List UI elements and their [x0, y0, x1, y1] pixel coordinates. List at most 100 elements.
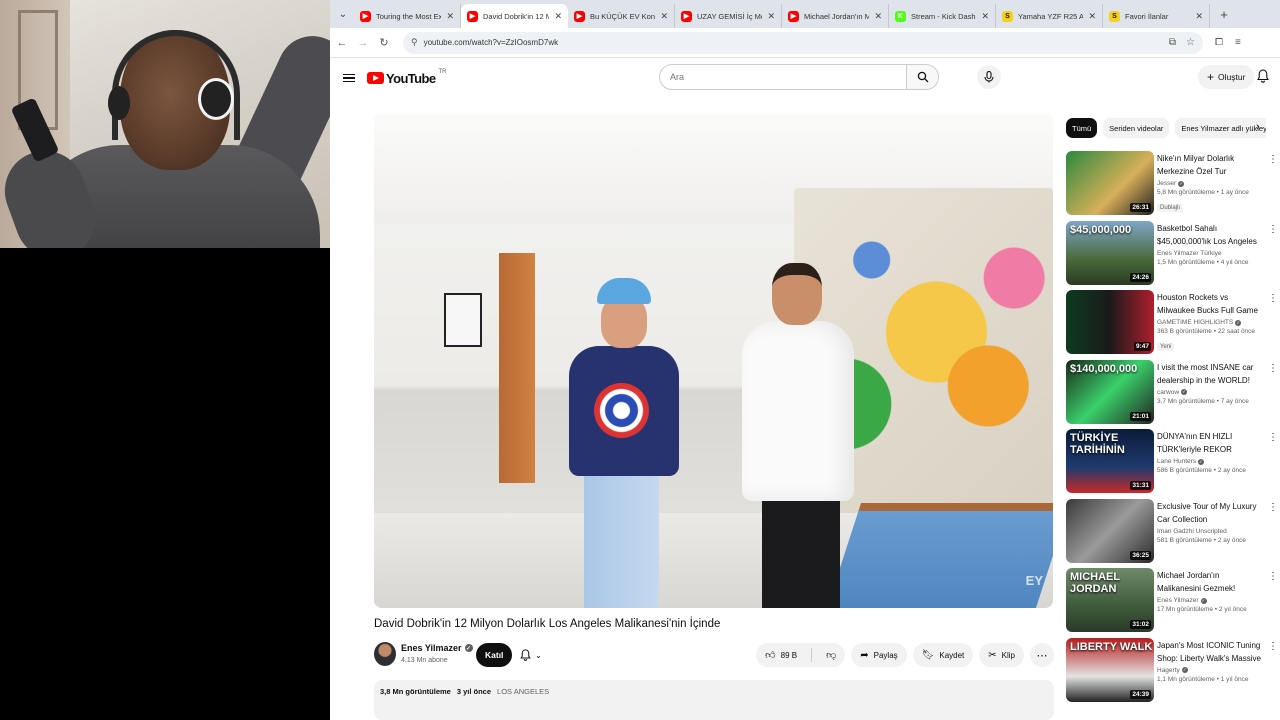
more-options-icon[interactable]: ⋮ [1268, 502, 1278, 513]
recommendation-item[interactable]: LIBERTY WALK 24:39 Japan's Most ICONIC Tun… [1066, 637, 1278, 708]
recommendation-item[interactable]: 36:25 Exclusive Tour of My Luxury Car Col… [1066, 498, 1278, 569]
browser-tab[interactable]: K Stream - Kick Dashboard ✕ [889, 4, 996, 28]
notification-preferences-button[interactable]: ⌄ [514, 643, 548, 667]
address-bar[interactable]: ⚲ youtube.com/watch?v=ZzIOosmD7wk ⧉ ☆ [403, 31, 1203, 54]
youtube-logo[interactable]: YouTube TR [367, 69, 447, 86]
clip-button[interactable]: ✂ Klip [979, 643, 1024, 667]
chevron-down-icon: ⌄ [535, 650, 542, 660]
recommendation-thumbnail[interactable]: 36:25 [1066, 498, 1154, 563]
tab-close-icon[interactable]: ✕ [660, 11, 668, 22]
tab-close-icon[interactable]: ✕ [1195, 11, 1203, 22]
location-tag[interactable]: LOS ANGELES [497, 687, 549, 713]
filter-chip[interactable]: Enes Yilmazer adlı yükleyiciden [1175, 118, 1266, 138]
filter-chip[interactable]: Seriden videolar [1103, 118, 1170, 138]
browser-tab[interactable]: ▶ David Dobrik'in 12 Milyon ✕ [461, 4, 568, 28]
browser-tab[interactable]: S Yamaha YZF R25 ABS 20... ✕ [996, 4, 1103, 28]
recommendation-item[interactable]: 26:31 Nike'ın Milyar Dolarlık Merkezine Ö… [1066, 151, 1278, 221]
recommendation-title[interactable]: DÜNYA'nın EN HIZLI TÜRK'leriyle REKOR KI… [1157, 430, 1265, 456]
recommendation-channel[interactable]: Iman Gadzhi Unscripted [1157, 528, 1227, 535]
tab-close-icon[interactable]: ✕ [446, 11, 454, 22]
chips-next-chevron-icon[interactable]: › [1256, 121, 1260, 133]
recommendation-title[interactable]: I visit the most INSANE car dealership i… [1157, 361, 1265, 387]
join-button[interactable]: Katıl [476, 643, 513, 667]
save-button[interactable]: 🔖︎ Kaydet [912, 643, 974, 667]
tab-close-icon[interactable]: ✕ [874, 11, 882, 22]
thumbs-up-icon: 👍︎ [765, 650, 776, 661]
recommendation-thumbnail[interactable]: 9:47 [1066, 290, 1154, 354]
recommendation-title[interactable]: Japan's Most ICONIC Tuning Shop: Liberty… [1157, 639, 1265, 665]
upload-age: 3 yıl önce [456, 687, 492, 696]
browser-tab[interactable]: ▶ Michael Jordan'ın Malikanesi ✕ [782, 4, 889, 28]
video-player[interactable]: EY [374, 113, 1053, 608]
recommendation-channel[interactable]: Enes Yilmazer [1157, 597, 1199, 604]
address-url[interactable]: youtube.com/watch?v=ZzIOosmD7wk [424, 38, 1159, 47]
more-options-icon[interactable]: ⋮ [1268, 571, 1278, 582]
like-button[interactable]: 👍︎ 89 B [756, 643, 806, 667]
new-tab-button[interactable]: + [1214, 7, 1234, 22]
recommendation-thumbnail[interactable]: LIBERTY WALK 24:39 [1066, 637, 1154, 702]
youtube-country-code: TR [438, 69, 447, 75]
recommendation-thumbnail[interactable]: $140,000,000 21:01 [1066, 359, 1154, 424]
recommendation-channel[interactable]: Lane Hunters [1157, 458, 1196, 465]
more-options-icon[interactable]: ⋮ [1268, 641, 1278, 652]
tab-close-icon[interactable]: ✕ [981, 11, 989, 22]
recommendation-title[interactable]: Nike'ın Milyar Dolarlık Merkezine Özel T… [1157, 152, 1265, 178]
dislike-button[interactable]: 👎︎ [817, 643, 845, 667]
channel-name[interactable]: Enes Yilmazer [401, 643, 462, 653]
recommendation-channel[interactable]: Hagerty [1157, 667, 1180, 674]
recommendation-item[interactable]: $140,000,000 21:01 I visit the most INSANE… [1066, 359, 1278, 430]
recommendation-channel-row: carwow ✓ [1157, 389, 1265, 396]
channel-name-wrap[interactable]: Enes Yilmazer ✓ [401, 643, 473, 653]
more-options-icon[interactable]: ⋮ [1268, 432, 1278, 443]
recommendation-title[interactable]: Exclusive Tour of My Luxury Car Collecti… [1157, 500, 1265, 526]
bookmark-star-icon[interactable]: ☆ [1186, 37, 1195, 48]
recommendation-title[interactable]: Michael Jordan'ın Malikanesini Gezmek! [1157, 569, 1265, 595]
filter-chip[interactable]: Tümü [1066, 118, 1098, 138]
recommendation-channel[interactable]: GAMETIME HIGHLIGHTS [1157, 319, 1233, 326]
back-button[interactable]: ← [333, 37, 351, 49]
tab-search-chevron-icon[interactable]: ⌄ [332, 3, 354, 25]
channel-watermark[interactable]: EY [1026, 573, 1043, 588]
extensions-icon[interactable]: ⧠ [1215, 37, 1223, 48]
recommendation-item[interactable]: MICHAEL JORDAN 31:02 Michael Jordan'ın Mal… [1066, 568, 1278, 638]
forward-button[interactable]: → [354, 37, 372, 49]
more-actions-button[interactable]: ⋯ [1030, 643, 1054, 667]
install-icon[interactable]: ⧉ [1169, 37, 1176, 48]
site-info-icon[interactable]: ⚲ [411, 37, 418, 48]
search-input[interactable] [660, 72, 906, 82]
recommendation-item[interactable]: TÜRKİYE TARİHİNİN 31:31 DÜNYA'nın EN HIZLI… [1066, 429, 1278, 499]
recommendation-thumbnail[interactable]: $45,000,000 24:26 [1066, 220, 1154, 285]
tab-close-icon[interactable]: ✕ [554, 11, 562, 22]
reading-list-icon[interactable]: ≡ [1235, 37, 1241, 48]
more-options-icon[interactable]: ⋮ [1268, 154, 1278, 165]
channel-avatar[interactable] [374, 642, 396, 666]
recommendation-channel[interactable]: Enes Yilmazer Türkiye [1157, 250, 1222, 257]
voice-search-button[interactable] [977, 65, 1001, 89]
recommendation-thumbnail[interactable]: MICHAEL JORDAN 31:02 [1066, 568, 1154, 632]
tab-close-icon[interactable]: ✕ [1088, 11, 1096, 22]
recommendation-item[interactable]: 9:47 Houston Rockets vs Milwaukee Bucks F… [1066, 290, 1278, 360]
description-box[interactable]: 3,8 Mn görüntüleme 3 yıl önce LOS ANGELE… [374, 680, 1054, 720]
search-button[interactable] [906, 65, 938, 89]
share-button[interactable]: ➦ Paylaş [851, 643, 907, 667]
browser-tab[interactable]: ▶ Bu KÜÇÜK EV Konutun Gizli ✕ [568, 4, 675, 28]
recommendation-channel[interactable]: carwow [1157, 389, 1179, 396]
verified-check-icon: ✓ [1181, 389, 1188, 395]
browser-tab[interactable]: S Favori İlanlar ✕ [1103, 4, 1210, 28]
more-options-icon[interactable]: ⋮ [1268, 224, 1278, 235]
reload-button[interactable]: ↻ [375, 36, 393, 49]
more-options-icon[interactable]: ⋮ [1268, 363, 1278, 374]
notifications-bell-icon[interactable] [1257, 69, 1269, 88]
recommendation-thumbnail[interactable]: TÜRKİYE TARİHİNİN 31:31 [1066, 429, 1154, 493]
recommendation-channel[interactable]: Jesser [1157, 180, 1176, 187]
create-button[interactable]: + Oluştur [1198, 65, 1255, 89]
recommendation-title[interactable]: Houston Rockets vs Milwaukee Bucks Full … [1157, 291, 1265, 317]
browser-tab[interactable]: ▶ UZAY GEMİSİ İç Mekanı ✕ [675, 4, 782, 28]
recommendation-thumbnail[interactable]: 26:31 [1066, 151, 1154, 215]
more-options-icon[interactable]: ⋮ [1268, 293, 1278, 304]
browser-tab[interactable]: ▶ Touring the Most Exclusive ✕ [354, 4, 461, 28]
tab-close-icon[interactable]: ✕ [767, 11, 775, 22]
menu-icon[interactable] [343, 73, 355, 83]
recommendation-title[interactable]: Basketbol Sahalı $45,000,000'lık Los Ang… [1157, 222, 1265, 248]
recommendation-item[interactable]: $45,000,000 24:26 Basketbol Sahalı $45,000… [1066, 220, 1278, 291]
